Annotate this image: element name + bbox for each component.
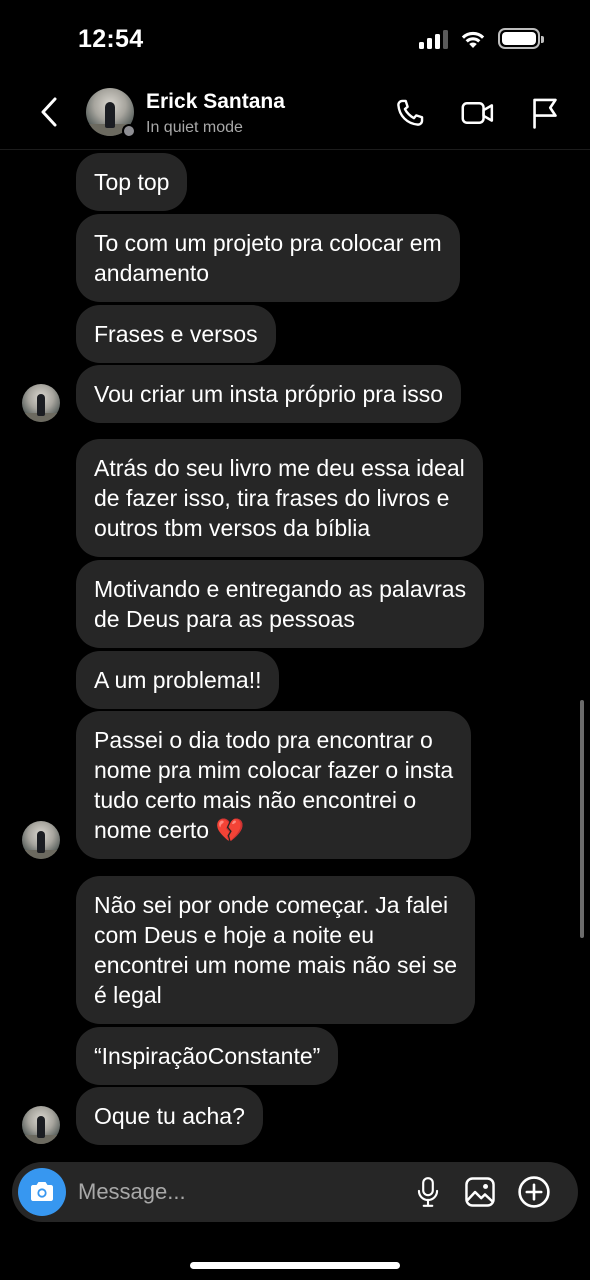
conversation-header: Erick Santana In quiet mode — [0, 80, 590, 150]
message-bubble[interactable]: Top top — [76, 153, 188, 211]
message-text: Frases e versos — [94, 321, 258, 347]
message-text: A um problema!! — [94, 667, 262, 693]
thread-scrollbar[interactable] — [580, 700, 584, 938]
audio-call-button[interactable] — [391, 94, 429, 132]
message-text: Vou criar um insta próprio pra isso — [94, 381, 443, 407]
message-thread[interactable]: Top top To com um projeto pra colocar em… — [0, 150, 590, 1155]
sender-avatar[interactable] — [22, 384, 60, 422]
gallery-button[interactable] — [462, 1174, 498, 1210]
camera-button[interactable] — [18, 1168, 66, 1216]
message-text: nome certo 💔 — [94, 817, 245, 843]
video-icon — [461, 102, 494, 124]
message-composer — [12, 1162, 578, 1222]
voice-message-button[interactable] — [410, 1174, 446, 1210]
message-bubble[interactable]: A um problema!! — [76, 651, 280, 709]
status-time: 12:54 — [78, 25, 144, 53]
message-bubble[interactable]: Não sei por onde começar. Ja falei com D… — [76, 876, 476, 1024]
wifi-icon — [461, 31, 485, 48]
message-bubble[interactable]: Vou criar um insta próprio pra isso — [76, 365, 461, 423]
more-options-button[interactable] — [516, 1174, 552, 1210]
message-text: nome pra mim colocar fazer o insta — [94, 757, 454, 783]
message-text: de Deus para as pessoas — [94, 606, 355, 632]
message-bubble[interactable]: Atrás do seu livro me deu essa ideal de … — [76, 439, 483, 557]
status-icons — [419, 28, 544, 49]
flag-icon — [533, 98, 557, 129]
message-text: Motivando e entregando as palavras — [94, 576, 467, 602]
status-bar: 12:54 — [0, 0, 590, 80]
message-text: encontrei um nome mais não sei se — [94, 952, 458, 978]
message-bubble[interactable]: Passei o dia todo pra encontrar o nome p… — [76, 711, 472, 859]
message-text: Não sei por onde começar. Ja falei — [94, 892, 449, 918]
back-chevron-icon — [41, 97, 57, 127]
camera-icon — [31, 1182, 53, 1201]
phone-icon — [397, 99, 424, 126]
message-text: Passei o dia todo pra encontrar o — [94, 727, 433, 753]
message-text: andamento — [94, 260, 210, 286]
message-text: Top top — [94, 169, 170, 195]
contact-status: In quiet mode — [146, 119, 243, 136]
message-text: To com um projeto pra colocar em — [94, 230, 442, 256]
add-circle-icon — [518, 1176, 550, 1208]
message-text: é legal — [94, 982, 162, 1008]
message-text: “InspiraçãoConstante” — [94, 1043, 321, 1069]
home-indicator[interactable] — [190, 1262, 400, 1269]
message-text: tudo certo mais não encontrei o — [94, 787, 417, 813]
message-text: outros tbm versos da bíblia — [94, 515, 371, 541]
video-call-button[interactable] — [459, 94, 497, 132]
message-text: Oque tu acha? — [94, 1103, 245, 1129]
back-button[interactable] — [34, 94, 64, 130]
message-text: com Deus e hoje a noite eu — [94, 922, 375, 948]
message-bubble[interactable]: To com um projeto pra colocar em andamen… — [76, 214, 460, 302]
message-bubble[interactable]: Frases e versos — [76, 305, 276, 363]
message-bubble[interactable]: “InspiraçãoConstante” — [76, 1027, 339, 1085]
message-bubble[interactable]: Oque tu acha? — [76, 1087, 263, 1145]
gallery-icon — [465, 1177, 495, 1207]
quiet-mode-indicator — [122, 124, 136, 138]
message-text: de fazer isso, tira frases do livros e — [94, 485, 450, 511]
battery-icon — [498, 28, 544, 49]
sender-avatar[interactable] — [22, 821, 60, 859]
sender-avatar[interactable] — [22, 1106, 60, 1144]
cellular-signal-icon — [419, 29, 448, 49]
message-text: Atrás do seu livro me deu essa ideal — [94, 455, 465, 481]
message-bubble[interactable]: Motivando e entregando as palavras de De… — [76, 560, 485, 648]
contact-name[interactable]: Erick Santana — [146, 90, 285, 114]
report-button[interactable] — [526, 94, 564, 132]
microphone-icon — [417, 1177, 439, 1207]
message-input[interactable] — [78, 1174, 378, 1210]
